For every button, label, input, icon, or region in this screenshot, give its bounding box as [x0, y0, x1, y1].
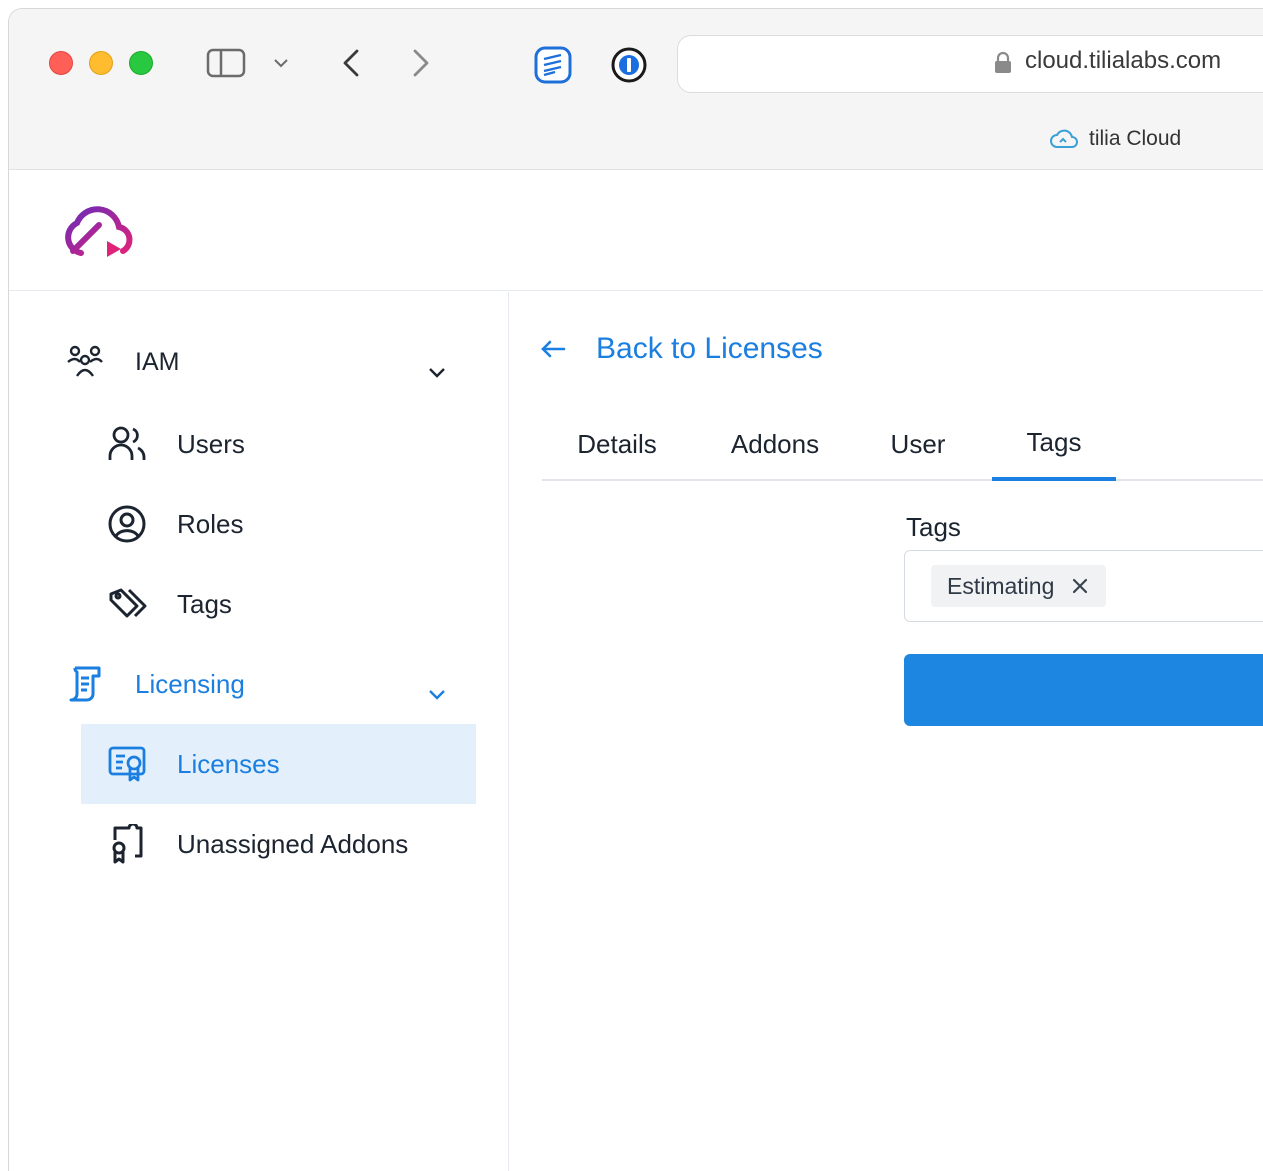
minimize-window-button[interactable]	[89, 51, 113, 75]
tag-chip-label: Estimating	[947, 572, 1055, 599]
sidebar-item-tags[interactable]: Tags	[107, 584, 232, 624]
cloud-icon	[1050, 129, 1078, 148]
tab-addons[interactable]: Addons	[710, 407, 840, 481]
password-manager-icon[interactable]	[607, 43, 651, 87]
sidebar-item-label: Tags	[177, 588, 232, 619]
sidebar-group-licensing[interactable]: Licensing	[65, 664, 245, 704]
back-link-label: Back to Licenses	[596, 332, 823, 365]
tag-icon	[107, 584, 147, 624]
browser-tab[interactable]: tilia Cloud	[1049, 127, 1181, 151]
chevron-down-icon[interactable]	[425, 360, 449, 384]
tab-details[interactable]: Details	[542, 407, 692, 481]
license-icon	[107, 744, 147, 784]
sidebar-item-users[interactable]: Users	[107, 424, 245, 464]
addon-icon	[107, 824, 147, 864]
sidebar-group-iam[interactable]: IAM	[65, 342, 179, 382]
tab-user[interactable]: User	[860, 407, 976, 481]
sidebar-item-licenses[interactable]: Licenses	[107, 744, 280, 784]
sidebar-item-label: Licenses	[177, 748, 280, 779]
main-content: Back to Licenses Details Addons User Tag…	[510, 292, 1263, 1171]
roles-icon	[107, 504, 147, 544]
notes-extension-icon[interactable]	[531, 43, 575, 87]
scroll-icon	[65, 664, 105, 704]
tags-input[interactable]: Estimating	[904, 550, 1263, 622]
tags-field-label: Tags	[906, 512, 961, 542]
sidebar-toggle-icon[interactable]	[205, 47, 247, 79]
sidebar-item-roles[interactable]: Roles	[107, 504, 243, 544]
browser-forward-button[interactable]	[401, 43, 441, 83]
sidebar-item-label: Unassigned Addons	[177, 828, 409, 859]
browser-window: cloud.tilialabs.com tilia Cloud IAM User…	[8, 8, 1263, 1171]
sidebar-item-label: Roles	[177, 508, 244, 539]
address-bar-url: cloud.tilialabs.com	[1025, 47, 1222, 74]
sidebar-item-unassigned-addons[interactable]: Unassigned Addons	[107, 824, 408, 864]
sidebar: IAM Users Roles Tags Licensing Licenses …	[9, 292, 509, 1171]
license-tabs: Details Addons User Tags	[542, 407, 1263, 481]
chevron-down-icon[interactable]	[425, 682, 449, 706]
sidebar-group-label: IAM	[135, 347, 180, 376]
sidebar-item-label: Users	[177, 428, 245, 459]
sidebar-group-label: Licensing	[135, 668, 245, 699]
team-icon	[65, 342, 105, 382]
tilia-cloud-logo[interactable]	[59, 201, 145, 265]
chevron-down-icon[interactable]	[267, 49, 295, 77]
arrow-left-icon	[541, 340, 566, 358]
browser-toolbar: cloud.tilialabs.com tilia Cloud	[9, 9, 1263, 170]
app-header	[9, 171, 1263, 291]
browser-tab-title: tilia Cloud	[1089, 127, 1182, 150]
close-window-button[interactable]	[49, 51, 73, 75]
back-to-licenses-link[interactable]: Back to Licenses	[540, 332, 823, 366]
primary-action-button[interactable]	[904, 654, 1263, 726]
browser-back-button[interactable]	[331, 43, 371, 83]
users-icon	[107, 424, 147, 464]
lock-icon	[995, 51, 1011, 73]
zoom-window-button[interactable]	[129, 51, 153, 75]
close-icon[interactable]	[1070, 576, 1090, 596]
tag-chip: Estimating	[931, 565, 1107, 607]
tab-tags[interactable]: Tags	[992, 407, 1116, 481]
